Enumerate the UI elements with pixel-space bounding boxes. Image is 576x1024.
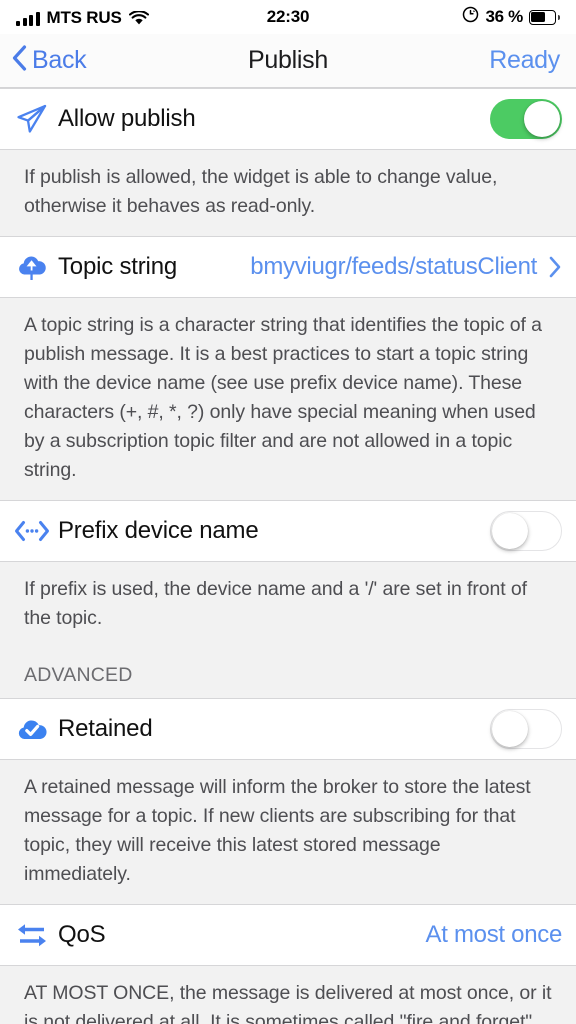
exchange-arrows-icon — [10, 920, 54, 950]
qos-value: At most once — [425, 921, 563, 948]
footer-qos: AT MOST ONCE, the message is delivered a… — [0, 966, 576, 1024]
row-prefix-device-name[interactable]: Prefix device name — [0, 500, 576, 562]
row-title: Topic string — [58, 253, 177, 280]
row-title: QoS — [58, 921, 106, 948]
allow-publish-toggle[interactable] — [490, 99, 562, 139]
paper-plane-icon — [10, 102, 54, 136]
clock-label: 22:30 — [266, 7, 310, 26]
footer-text: If publish is allowed, the widget is abl… — [24, 166, 498, 217]
footer-retained: A retained message will inform the broke… — [0, 760, 576, 904]
topic-string-value: bmyviugr/feeds/statusClient — [250, 253, 537, 280]
footer-text: A retained message will inform the broke… — [24, 776, 531, 885]
row-allow-publish[interactable]: Allow publish — [0, 88, 576, 150]
footer-text-1: AT MOST ONCE, the message is delivered a… — [24, 982, 552, 1024]
retained-toggle[interactable] — [490, 709, 562, 749]
cloud-check-icon — [10, 716, 54, 742]
footer-allow-publish: If publish is allowed, the widget is abl… — [0, 150, 576, 236]
row-qos[interactable]: QoS At most once — [0, 904, 576, 966]
code-brackets-icon — [10, 519, 54, 543]
section-header-advanced: ADVANCED — [0, 648, 576, 698]
footer-text: If prefix is used, the device name and a… — [24, 578, 527, 629]
navigation-bar: Back Publish Ready — [0, 34, 576, 88]
footer-prefix-device-name: If prefix is used, the device name and a… — [0, 562, 576, 648]
settings-list: Allow publish If publish is allowed, the… — [0, 88, 576, 1024]
row-retained[interactable]: Retained — [0, 698, 576, 760]
cloud-upload-icon — [10, 252, 54, 282]
publish-settings-screen: MTS RUS 22:30 36 % Back Publish Ready Al… — [0, 0, 576, 1024]
battery-icon — [529, 9, 560, 25]
row-topic-string[interactable]: Topic string bmyviugr/feeds/statusClient — [0, 236, 576, 298]
footer-text: A topic string is a character string tha… — [24, 314, 542, 481]
prefix-device-name-toggle[interactable] — [490, 511, 562, 551]
status-bar: MTS RUS 22:30 36 % — [0, 0, 576, 34]
page-title: Publish — [248, 46, 328, 74]
chevron-right-icon — [549, 256, 562, 278]
row-title: Prefix device name — [58, 517, 259, 544]
row-title: Allow publish — [58, 105, 196, 132]
row-title: Retained — [58, 715, 153, 742]
footer-topic-string: A topic string is a character string tha… — [0, 298, 576, 500]
